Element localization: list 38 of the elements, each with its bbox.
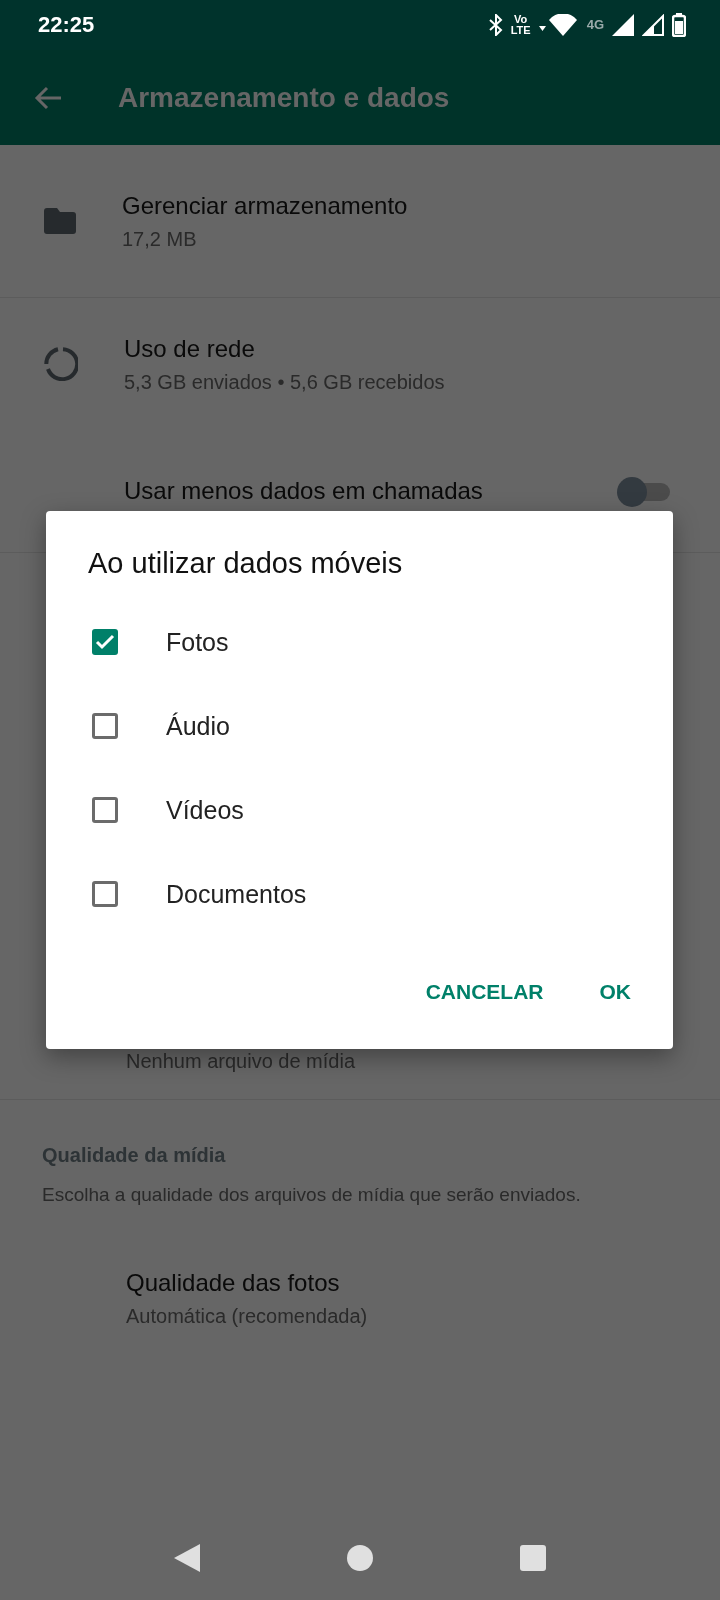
setting-title: Gerenciar armazenamento xyxy=(122,191,409,220)
bluetooth-icon xyxy=(488,14,503,36)
cancel-button[interactable]: CANCELAR xyxy=(409,970,560,1014)
clock: 22:25 xyxy=(38,12,95,38)
wifi-icon xyxy=(538,14,579,36)
setting-title: Uso de rede xyxy=(124,334,256,363)
folder-icon xyxy=(44,208,76,234)
checkmark-icon xyxy=(95,634,115,650)
option-label[interactable]: Áudio xyxy=(166,711,230,741)
home-icon[interactable] xyxy=(347,1545,373,1571)
setting-subtitle: Nenhum arquivo de mídia xyxy=(126,1050,355,1073)
option-label[interactable]: Vídeos xyxy=(166,795,244,825)
signal-icon xyxy=(612,14,634,36)
recents-icon[interactable] xyxy=(520,1545,547,1571)
screen-title: Armazenamento e dados xyxy=(118,81,450,114)
section-description: Escolha a qualidade dos arquivos de mídia que serão enviados. xyxy=(42,1183,582,1207)
battery-icon xyxy=(672,13,686,37)
setting-subtitle: 17,2 MB xyxy=(122,227,198,251)
setting-subtitle: Automática (recomendada) xyxy=(126,1305,369,1328)
setting-title: Usar menos dados em chamadas xyxy=(124,477,484,505)
option-label[interactable]: Documentos xyxy=(166,879,307,909)
checkbox[interactable] xyxy=(92,713,118,739)
back-arrow-icon[interactable] xyxy=(34,85,62,110)
back-icon[interactable] xyxy=(173,1544,200,1572)
signal-icon xyxy=(642,14,664,36)
ok-button[interactable]: OK xyxy=(583,970,647,1014)
checkbox[interactable] xyxy=(92,797,118,823)
option-label[interactable]: Fotos xyxy=(166,627,229,657)
data-usage-icon xyxy=(44,347,78,381)
setting-subtitle: 5,3 GB enviados • 5,6 GB recebidos xyxy=(124,370,446,394)
setting-title: Qualidade das fotos xyxy=(126,1269,341,1297)
checkbox[interactable] xyxy=(92,629,118,655)
network-type: 4G xyxy=(586,17,604,32)
volte-indicator: Vo LTE xyxy=(510,14,531,36)
checkbox[interactable] xyxy=(92,881,118,907)
toggle-switch[interactable] xyxy=(616,475,672,507)
section-heading: Qualidade da mídia xyxy=(42,1144,227,1167)
dialog-title: Ao utilizar dados móveis xyxy=(88,547,404,580)
